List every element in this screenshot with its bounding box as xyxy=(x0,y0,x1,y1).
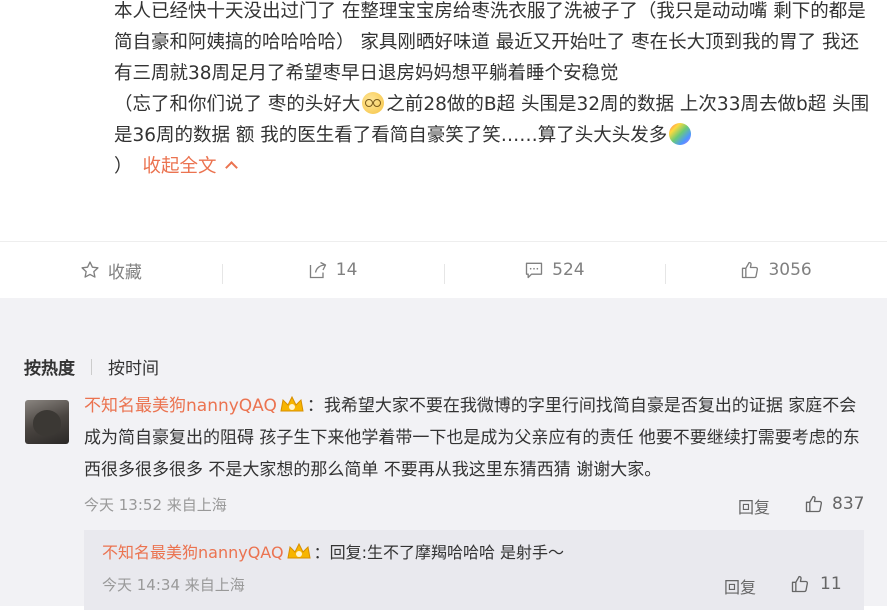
collapse-label: 收起全文 xyxy=(142,156,217,177)
sub-reply: 不知名最美狗nannyQAQ ：回复:生不了摩羯哈哈哈 是射手～ 今天 14:34… xyxy=(84,530,864,610)
comment-like-count: 837 xyxy=(832,494,865,514)
sub-reply-like-button[interactable]: 11 xyxy=(790,574,842,594)
thumbs-up-icon xyxy=(742,261,759,279)
comment-count: 524 xyxy=(552,260,585,280)
sub-reply-reply-button[interactable]: 回复 xyxy=(724,574,756,598)
favorite-label: 收藏 xyxy=(107,262,142,283)
thumbs-up-icon xyxy=(805,495,823,513)
post-action-bar: 收藏 14 524 3056 xyxy=(0,241,887,299)
sub-reply-meta: 今天 14:34 来自上海 xyxy=(102,576,245,594)
rainbow-emoji-icon xyxy=(669,123,692,145)
sub-reply-text-line: 不知名最美狗nannyQAQ ：回复:生不了摩羯哈哈哈 是射手～ xyxy=(102,540,564,566)
post-text: 本人已经快十天没出过门了 在整理宝宝房给枣洗衣服了洗被子了（我只是动动嘴 剩下的… xyxy=(114,0,874,182)
post-paragraph-2-part-1: （忘了和你们说了 枣的头好大 xyxy=(114,94,361,115)
post-paragraph-2: （忘了和你们说了 枣的头好大 之前28做的B超 头围是32周的数据 上次33周去做… xyxy=(114,89,874,182)
thumbs-up-icon xyxy=(791,575,809,593)
top-comment: 不知名最美狗nannyQAQ ：我希望大家不要在我微博的字里行间找简自豪是否复出的… xyxy=(84,390,864,486)
sort-by-time-tab[interactable]: 按时间 xyxy=(108,354,159,379)
comment-icon xyxy=(525,262,543,279)
share-icon xyxy=(309,261,326,279)
dizzy-face-emoji-icon xyxy=(362,92,385,114)
vip-crown-icon xyxy=(280,395,304,412)
sort-divider xyxy=(91,358,92,375)
sub-reply-like-count: 11 xyxy=(820,574,842,594)
star-icon xyxy=(81,261,99,278)
comment-meta: 今天 13:52 来自上海 xyxy=(84,496,227,514)
repost-count: 14 xyxy=(335,260,358,280)
comment-like-button[interactable]: 837 xyxy=(804,494,864,514)
chevron-up-icon xyxy=(224,161,238,174)
avatar-dog-face xyxy=(33,410,61,436)
post-paragraph-1: 本人已经快十天没出过门了 在整理宝宝房给枣洗衣服了洗被子了（我只是动动嘴 剩下的… xyxy=(114,1,866,84)
like-count: 3056 xyxy=(768,260,812,280)
comments-section: 按热度 按时间 不知名最美狗nannyQAQ ：我希望大家不要在我微博的字里行间找… xyxy=(0,298,887,610)
avatar[interactable] xyxy=(25,400,69,444)
repost-button[interactable]: 14 xyxy=(221,260,444,284)
comment-button[interactable]: 524 xyxy=(443,260,666,284)
favorite-button[interactable]: 收藏 xyxy=(0,258,222,283)
sort-by-hot-tab[interactable]: 按热度 xyxy=(24,354,75,379)
sub-reply-username[interactable]: 不知名最美狗nannyQAQ xyxy=(102,543,284,562)
comment-username[interactable]: 不知名最美狗nannyQAQ xyxy=(84,396,277,416)
vip-crown-icon xyxy=(286,542,311,559)
reply-button[interactable]: 回复 xyxy=(738,494,770,518)
post-paragraph-2-part-3: ） xyxy=(114,156,133,177)
sub-reply-text: ：回复:生不了摩羯哈哈哈 是射手～ xyxy=(313,543,565,562)
collapse-full-text-link[interactable]: 收起全文 xyxy=(142,156,238,177)
like-button[interactable]: 3056 xyxy=(665,260,887,284)
comment-sort-tabs: 按热度 按时间 xyxy=(24,354,159,379)
